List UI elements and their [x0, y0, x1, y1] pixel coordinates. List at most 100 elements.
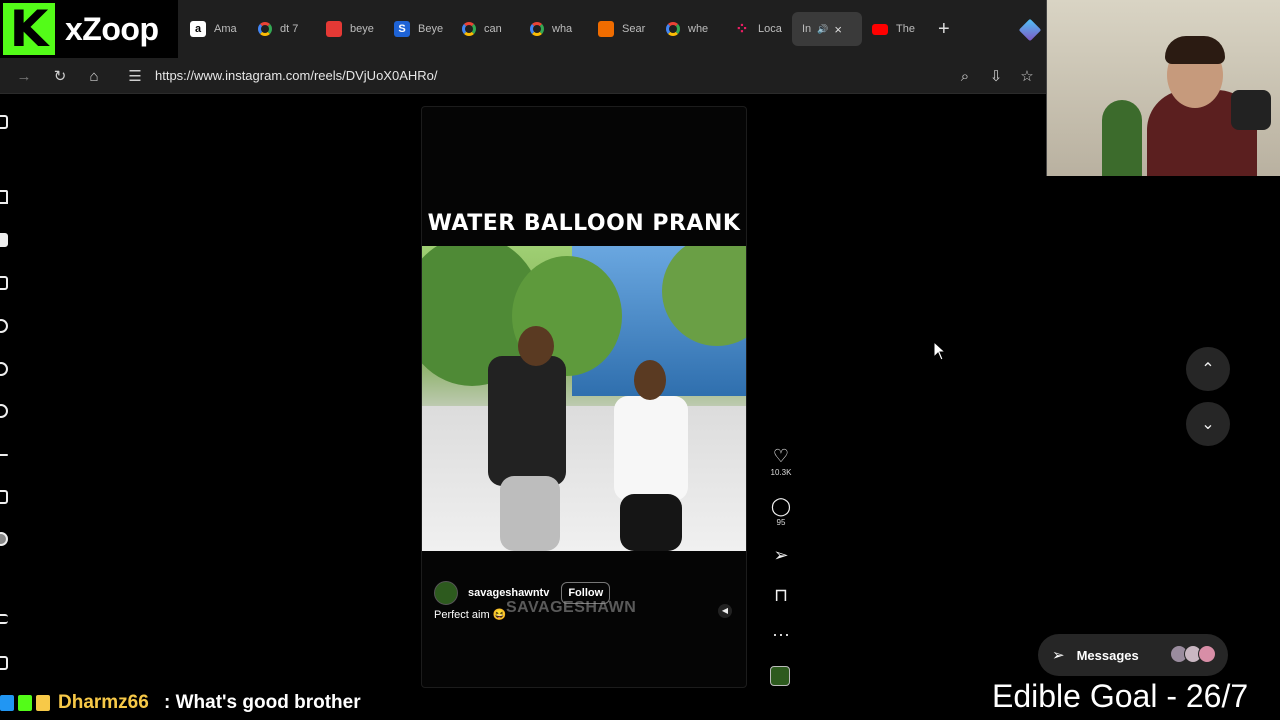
close-tab-icon[interactable]: ×: [834, 22, 842, 37]
google-icon: [258, 22, 272, 36]
browser-tab[interactable]: ⁘ Loca: [724, 12, 792, 46]
stream-frame: K xZoop a Ama dt 7 beye S Beye can wha Sear whe ⁘ L…: [0, 0, 1280, 720]
bookmark-star-icon[interactable]: ☆: [1015, 64, 1039, 88]
browser-tab[interactable]: beye: [316, 12, 384, 46]
messages-nav-icon[interactable]: [0, 276, 8, 290]
person-head-left: [518, 326, 554, 366]
tab-strip: a Ama dt 7 beye S Beye can wha Sear whe ⁘ Loca In 🔊 × T…: [180, 12, 930, 46]
reel-video-frame[interactable]: [422, 246, 746, 551]
address-bar: → ↻ ⌂ ☰ https://www.instagram.com/reels/…: [0, 58, 1046, 94]
threads-icon[interactable]: [0, 656, 8, 670]
more-menu-icon[interactable]: [0, 614, 8, 624]
channel-name: xZoop: [65, 10, 159, 47]
messages-pill[interactable]: ➢ Messages: [1038, 634, 1228, 676]
heart-icon[interactable]: ♡: [764, 446, 798, 466]
comment-count: 95: [776, 518, 786, 527]
chat-username: Dharmz66: [58, 692, 149, 713]
share-icon[interactable]: ➢: [764, 545, 798, 565]
previous-reel-button[interactable]: ⌃: [1186, 347, 1230, 391]
tab-title: wha: [552, 23, 573, 35]
tab-title: The: [896, 23, 915, 35]
browser-tab[interactable]: a Ama: [180, 12, 248, 46]
streamer-webcam: [1046, 0, 1280, 176]
send-icon: ➢: [1052, 647, 1065, 664]
reel-player[interactable]: WATER BALLOON PRANK savageshawntv Follow…: [421, 106, 747, 688]
audio-avatar[interactable]: [770, 666, 790, 686]
like-count: 10.3K: [770, 468, 792, 477]
person-head-right: [634, 360, 666, 400]
youtube-icon: [872, 23, 888, 35]
create-nav-icon[interactable]: [0, 454, 8, 456]
rocket-badge-icon: [36, 695, 50, 711]
browser-tab[interactable]: S Beye: [384, 12, 452, 46]
amazon-icon: a: [190, 21, 206, 37]
install-app-icon[interactable]: ⇩: [984, 64, 1008, 88]
comment-action[interactable]: ◯ 95: [764, 496, 798, 527]
goal-overlay: Edible Goal - 26/7: [992, 678, 1249, 714]
person-white-shirt: [614, 396, 688, 501]
reload-icon[interactable]: ↻: [48, 64, 72, 88]
browser-tab[interactable]: In 🔊 ×: [792, 12, 862, 46]
tab-title: beye: [350, 23, 374, 35]
badge-icon: [0, 695, 14, 711]
instagram-logo-icon[interactable]: [0, 115, 8, 129]
url-field[interactable]: https://www.instagram.com/reels/DVjUoX0A…: [155, 68, 437, 83]
message-avatars: [1170, 645, 1216, 663]
gemini-icon[interactable]: [1018, 18, 1042, 42]
more-options-action[interactable]: ···: [764, 624, 798, 644]
like-action[interactable]: ♡ 10.3K: [764, 446, 798, 477]
forward-icon[interactable]: →: [12, 64, 36, 88]
more-icon[interactable]: ···: [764, 624, 798, 644]
reel-title-overlay: WATER BALLOON PRANK: [427, 211, 741, 236]
tab-title: can: [484, 23, 502, 35]
badge-icon: [18, 695, 32, 711]
tab-title: Ama: [214, 23, 237, 35]
tab-title: whe: [688, 23, 709, 35]
reels-nav-icon[interactable]: [0, 233, 8, 247]
browser-tab[interactable]: whe: [656, 12, 724, 46]
webcam-microphone: [1231, 90, 1271, 130]
zoom-icon[interactable]: ⌕: [953, 64, 977, 88]
person-black-shirt: [488, 356, 566, 486]
site-settings-icon[interactable]: ☰: [123, 64, 147, 88]
tab-title: Sear: [622, 23, 646, 35]
browser-tab[interactable]: can: [452, 12, 520, 46]
home-icon[interactable]: ⌂: [82, 64, 106, 88]
audio-playing-icon[interactable]: 🔊: [817, 24, 828, 35]
webcam-streamer-hair: [1165, 36, 1225, 64]
chat-message: : What's good brother: [164, 692, 361, 713]
author-avatar[interactable]: [434, 581, 458, 605]
dashboard-nav-icon[interactable]: [0, 490, 8, 504]
messages-label: Messages: [1076, 647, 1139, 663]
save-action[interactable]: ⊓: [764, 585, 798, 605]
s-logo-icon: S: [394, 21, 410, 37]
browser-tab[interactable]: wha: [520, 12, 588, 46]
comment-icon[interactable]: ◯: [764, 496, 798, 516]
next-reel-button[interactable]: ⌄: [1186, 402, 1230, 446]
google-icon: [530, 22, 544, 36]
browser-tab-bar: K xZoop a Ama dt 7 beye S Beye can wha Sear whe ⁘ L…: [0, 0, 1046, 58]
tab-title: Beye: [418, 23, 444, 35]
google-icon: [666, 22, 680, 36]
mouse-cursor-icon: [933, 341, 947, 361]
google-icon: [462, 22, 476, 36]
new-tab-button[interactable]: +: [938, 18, 950, 41]
chat-badges: [0, 695, 54, 711]
browser-tab[interactable]: dt 7: [248, 12, 316, 46]
person-grey-shorts: [500, 476, 560, 551]
share-action[interactable]: ➢: [764, 545, 798, 565]
avatar: [1198, 645, 1216, 663]
browser-tab[interactable]: Sear: [588, 12, 656, 46]
pavement: [422, 406, 746, 551]
home-nav-icon[interactable]: [0, 190, 8, 204]
bookmark-red-icon: [326, 21, 342, 37]
author-username[interactable]: savageshawntv: [468, 587, 549, 599]
sound-toggle-icon[interactable]: ◀: [718, 604, 732, 618]
bookmark-icon[interactable]: ⊓: [764, 585, 798, 605]
search-site-icon: [598, 21, 614, 37]
browser-tab[interactable]: The: [862, 12, 930, 46]
chevron-up-icon: ⌃: [1201, 361, 1215, 378]
chevron-down-icon: ⌄: [1201, 416, 1215, 433]
video-watermark: SAVAGESHAWN: [506, 599, 637, 616]
kick-logo-icon: K: [3, 3, 55, 55]
